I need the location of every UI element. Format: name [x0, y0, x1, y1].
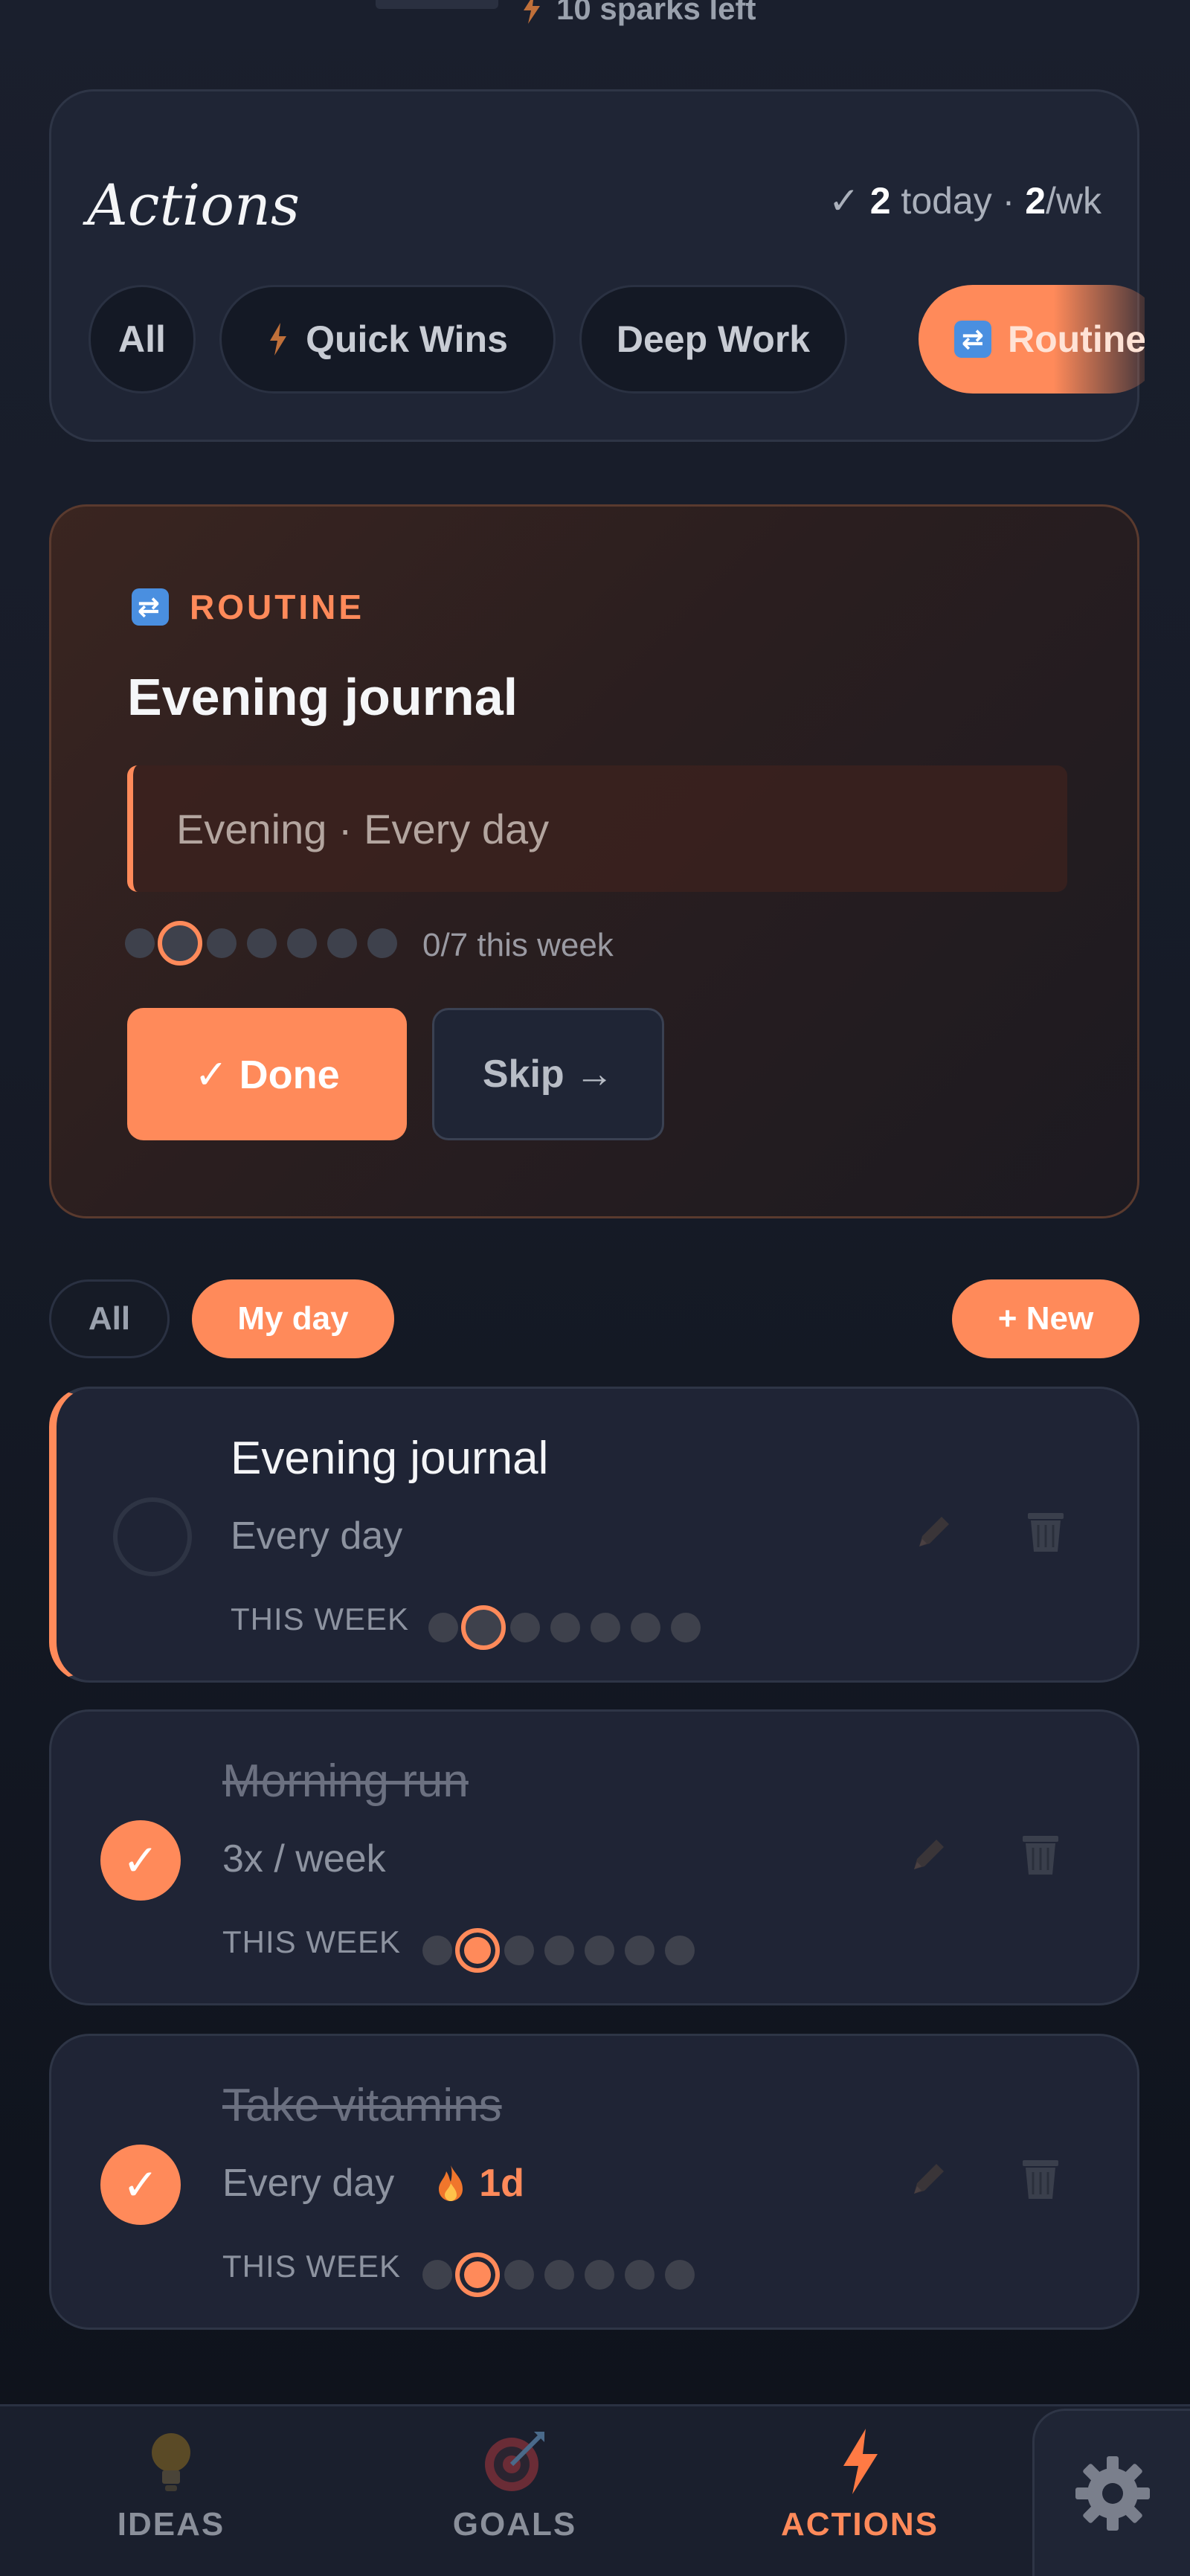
day-dot [665, 1936, 695, 1965]
day-dot [625, 2260, 654, 2290]
lightbulb-icon [152, 2433, 190, 2491]
edit-button[interactable] [904, 1502, 964, 1561]
bolt-icon [270, 323, 287, 356]
habit-checkbox-checked[interactable]: ✓ [100, 2145, 181, 2225]
delete-button[interactable] [1011, 1825, 1070, 1884]
day-dot-today-done [455, 2252, 500, 2297]
habit-title: Morning run [222, 1756, 469, 1807]
day-dot [504, 2260, 534, 2290]
week-label: THIS WEEK [222, 2249, 402, 2284]
day-dot [625, 1936, 654, 1965]
featured-routine-title: Evening journal [127, 668, 518, 726]
day-dot [247, 928, 277, 958]
day-dot [504, 1936, 534, 1965]
trash-icon [1023, 2160, 1058, 2199]
day-dot [367, 928, 397, 958]
habit-title: Take vitamins [222, 2080, 502, 2131]
habit-frequency: 3x / week [222, 1837, 386, 1880]
delete-button[interactable] [1016, 1502, 1075, 1561]
week-label: THIS WEEK [231, 1602, 410, 1637]
done-button[interactable]: ✓ Done [127, 1008, 407, 1140]
habit-checkbox[interactable] [113, 1497, 192, 1576]
habit-week-dots [422, 2252, 705, 2297]
habit-frequency: Every day [231, 1515, 403, 1558]
day-dot [428, 1613, 458, 1642]
day-dot [422, 2260, 452, 2290]
trash-icon [1028, 1513, 1064, 1552]
day-dot [544, 1936, 574, 1965]
day-dot [631, 1613, 660, 1642]
gear-icon [1075, 2456, 1150, 2531]
actions-title: Actions [87, 172, 300, 238]
hero-week-progress-text: 0/7 this week [422, 927, 614, 963]
flame-icon [439, 2165, 463, 2201]
featured-routine-card: ⇄ ROUTINE Evening journal Evening · Ever… [49, 504, 1139, 1218]
filter-chip-deep-work[interactable]: Deep Work [579, 285, 847, 394]
delete-button[interactable] [1011, 2149, 1070, 2209]
hero-week-dots [125, 921, 408, 966]
top-handle [376, 0, 498, 9]
day-dot [125, 928, 155, 958]
day-dot [327, 928, 357, 958]
completion-stats: ✓ 2 today · 2/wk [828, 180, 1101, 222]
day-dot-today [158, 921, 202, 966]
day-dot [510, 1613, 540, 1642]
habit-week-dots [422, 1928, 705, 1973]
list-filter-all[interactable]: All [49, 1279, 170, 1358]
edit-icon [914, 1840, 944, 1869]
day-dot [671, 1613, 701, 1642]
day-dot-today-done [455, 1928, 500, 1973]
habit-week-dots [428, 1605, 711, 1650]
habit-frequency: Every day 1d [222, 2161, 524, 2206]
filter-chip-routine[interactable]: ⇄ Routine [919, 285, 1145, 394]
bolt-icon [524, 0, 540, 24]
filter-chip-quick-wins[interactable]: Quick Wins [219, 285, 556, 394]
edit-button[interactable] [899, 1825, 959, 1884]
routine-schedule: Evening · Every day [127, 765, 1067, 892]
edit-icon [914, 2164, 944, 2194]
day-dot [287, 928, 317, 958]
edit-button[interactable] [899, 2149, 959, 2209]
trash-icon [1023, 1836, 1058, 1875]
list-filter-my-day[interactable]: My day [192, 1279, 394, 1358]
new-action-button[interactable]: + New [952, 1279, 1139, 1358]
day-dot [591, 1613, 620, 1642]
day-dot [544, 2260, 574, 2290]
day-dot [665, 2260, 695, 2290]
habit-checkbox-checked[interactable]: ✓ [100, 1820, 181, 1901]
actions-panel: Actions ✓ 2 today · 2/wk All Quick Wins … [49, 89, 1145, 442]
day-dot [422, 1936, 452, 1965]
habit-title: Evening journal [231, 1433, 549, 1484]
sparks-counter: 10 sparks left [521, 0, 756, 27]
bolt-icon [843, 2429, 878, 2494]
nav-tab-ideas[interactable]: IDEAS [60, 2427, 283, 2543]
streak-badge: 1d [436, 2161, 524, 2206]
bottom-navigation: IDEAS GOALS ACTIONS [0, 2404, 1190, 2576]
routine-icon: ⇄ [132, 588, 169, 626]
day-dot [207, 928, 237, 958]
nav-tab-goals[interactable]: GOALS [403, 2427, 626, 2543]
filter-chip-all[interactable]: All [89, 285, 196, 394]
sparks-text: 10 sparks left [556, 0, 756, 26]
nav-tab-actions[interactable]: ACTIONS [748, 2427, 971, 2543]
day-dot [585, 1936, 614, 1965]
week-label: THIS WEEK [222, 1924, 402, 1959]
category-filter-row: All Quick Wins Deep Work ⇄ Routine [89, 285, 1145, 396]
routine-tag: ⇄ ROUTINE [132, 587, 364, 627]
settings-button[interactable] [1032, 2409, 1190, 2576]
edit-icon [919, 1517, 949, 1546]
skip-button[interactable]: Skip → [432, 1008, 664, 1140]
target-icon [485, 2432, 544, 2491]
day-dot [550, 1613, 580, 1642]
day-dot [585, 2260, 614, 2290]
day-dot-today [461, 1605, 506, 1650]
routine-icon: ⇄ [954, 321, 991, 358]
